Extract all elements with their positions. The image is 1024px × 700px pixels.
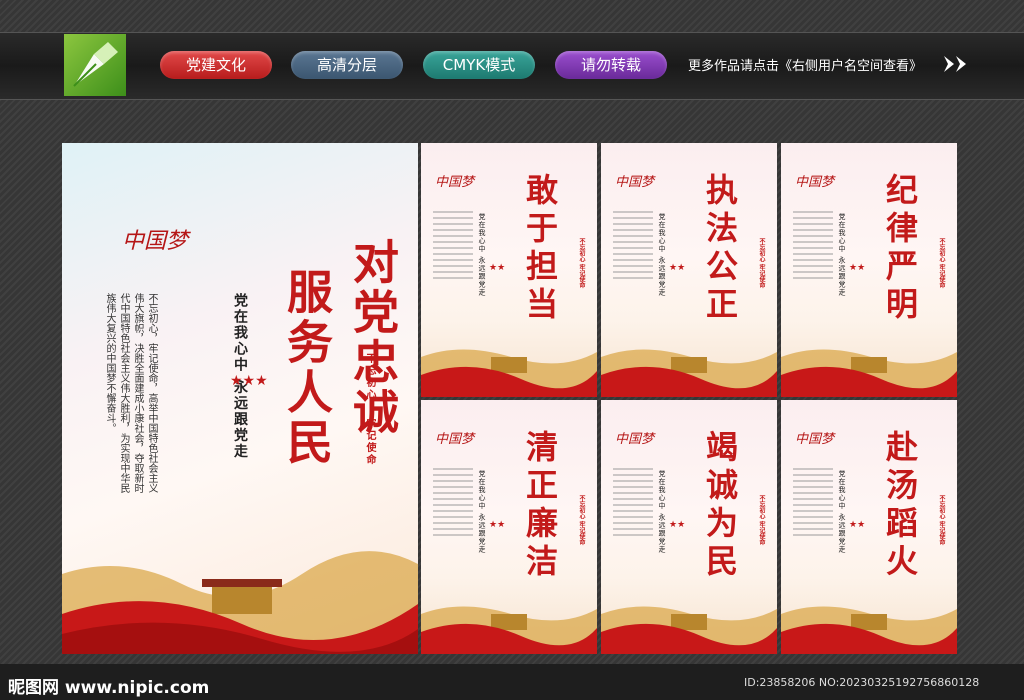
body-text-lines xyxy=(793,468,833,540)
body-text-lines xyxy=(613,211,653,283)
great-wall-scene xyxy=(601,349,777,397)
poster-5: 中国梦 竭诚为民 党在我心中 永远跟党走 不忘初心 牢记使命 ★★ xyxy=(601,400,777,654)
poster-2: 中国梦 执法公正 党在我心中 永远跟党走 不忘初心 牢记使命 ★★ xyxy=(601,143,777,397)
more-works-link[interactable]: 更多作品请点击《右侧用户名空间查看》 xyxy=(688,55,922,74)
poster-title: 敢于担当 xyxy=(521,173,559,325)
china-dream-calligraphy: 中国梦 xyxy=(795,175,835,190)
china-dream-calligraphy: 中国梦 xyxy=(122,229,189,254)
poster-slogan: 党在我心中 永远跟党走 xyxy=(478,213,486,297)
great-wall-scene xyxy=(781,606,957,654)
pen-nib-icon xyxy=(73,42,118,87)
great-wall-scene xyxy=(781,349,957,397)
poster-seal: 不忘初心 牢记使命 xyxy=(578,495,585,546)
stars-icon: ★★ xyxy=(669,263,686,273)
poster-1: 中国梦 敢于担当 党在我心中 永远跟党走 不忘初心 牢记使命 ★★ xyxy=(421,143,597,397)
poster-seal: 不忘初心 牢记使命 xyxy=(578,238,585,289)
body-text-lines xyxy=(793,211,833,283)
china-dream-calligraphy: 中国梦 xyxy=(795,432,835,447)
china-dream-calligraphy: 中国梦 xyxy=(435,432,475,447)
china-dream-calligraphy: 中国梦 xyxy=(615,432,655,447)
poster-seal: 不忘初心 牢记使命 xyxy=(938,495,945,546)
double-arrow-icon[interactable] xyxy=(942,54,970,74)
poster-seal: 不忘初心 牢记使命 xyxy=(758,495,765,546)
body-text-lines xyxy=(613,468,653,540)
tag-hd-layers[interactable]: 高清分层 xyxy=(291,51,403,79)
poster-title: 执法公正 xyxy=(701,173,739,325)
stars-icon: ★★ xyxy=(489,263,506,273)
poster-slogan: 党在我心中 永远跟党走 xyxy=(838,470,846,554)
stars-icon: ★★ xyxy=(849,520,866,530)
body-text-lines xyxy=(433,468,473,540)
poster-title: 竭诚为民 xyxy=(701,430,739,582)
poster-title: 清正廉洁 xyxy=(521,430,559,582)
china-dream-calligraphy: 中国梦 xyxy=(435,175,475,190)
poster-seal: 不忘初心 牢记使命 xyxy=(938,238,945,289)
poster-title-left: 服务人民 xyxy=(280,268,334,468)
brand-logo xyxy=(64,34,126,96)
poster-3: 中国梦 纪律严明 党在我心中 永远跟党走 不忘初心 牢记使命 ★★ xyxy=(781,143,957,397)
image-id: ID:23858206 NO:20230325192756860128 xyxy=(744,676,980,689)
site-watermark[interactable]: 昵图网 www.nipic.com xyxy=(8,673,209,698)
tag-no-repost[interactable]: 请勿转载 xyxy=(555,51,667,79)
china-dream-calligraphy: 中国梦 xyxy=(615,175,655,190)
great-wall-scene xyxy=(601,606,777,654)
poster-4: 中国梦 清正廉洁 党在我心中 永远跟党走 不忘初心 牢记使命 ★★ xyxy=(421,400,597,654)
poster-title: 纪律严明 xyxy=(881,173,919,325)
poster-title-right: 对党忠诚 xyxy=(346,238,400,438)
poster-body-text: 不忘初心，牢记使命，高举中国特色社会主义伟大旗帜，决胜全面建成小康社会，夺取新时… xyxy=(104,293,157,493)
poster-slogan: 党在我心中 永远跟党走 xyxy=(658,213,666,297)
stars-icon: ★★★ xyxy=(230,373,268,389)
poster-6: 中国梦 赴汤蹈火 党在我心中 永远跟党走 不忘初心 牢记使命 ★★ xyxy=(781,400,957,654)
poster-slogan: 党在我心中 永远跟党走 xyxy=(658,470,666,554)
seal-top: 不忘初心 xyxy=(364,353,375,401)
great-wall-scene xyxy=(62,551,418,654)
tag-party-culture[interactable]: 党建文化 xyxy=(160,51,272,79)
poster-seal: 不忘初心 牢记使命 xyxy=(758,238,765,289)
poster-slogan: 党在我心中 永远跟党走 xyxy=(838,213,846,297)
seal-bottom: 牢记使命 xyxy=(364,418,375,466)
tag-cmyk[interactable]: CMYK模式 xyxy=(423,51,535,79)
great-wall-scene xyxy=(421,349,597,397)
poster-slogan: 党在我心中 永远跟党走 xyxy=(478,470,486,554)
main-poster: 中国梦 对党忠诚 服务人民 党在我心中 永远跟党走 不忘初心，牢记使命，高举中国… xyxy=(62,143,418,654)
stars-icon: ★★ xyxy=(669,520,686,530)
poster-title: 赴汤蹈火 xyxy=(881,430,919,582)
great-wall-scene xyxy=(421,606,597,654)
stars-icon: ★★ xyxy=(489,520,506,530)
body-text-lines xyxy=(433,211,473,283)
stars-icon: ★★ xyxy=(849,263,866,273)
